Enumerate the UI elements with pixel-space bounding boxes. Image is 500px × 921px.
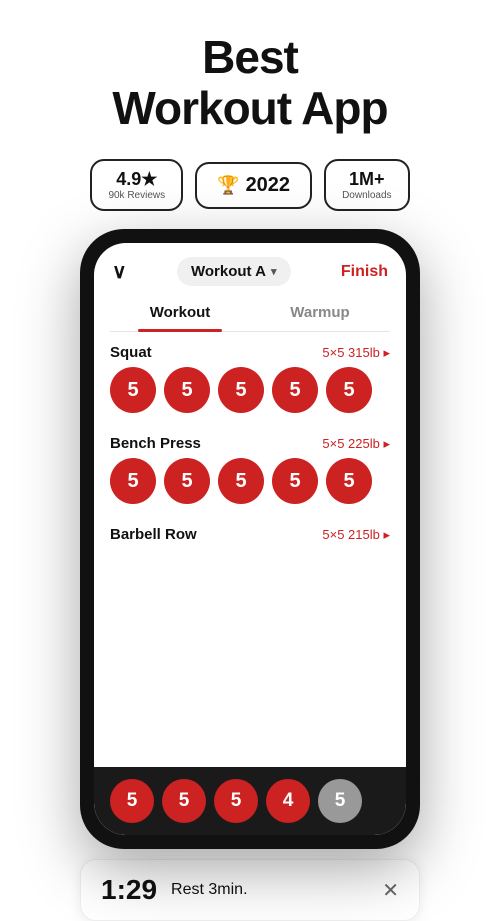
award-badge: 🏆 2022 xyxy=(195,162,312,209)
rating-badge: 4.9★ 90k Reviews xyxy=(90,159,183,211)
set-circle[interactable]: 5 xyxy=(272,367,318,413)
exercise-name-barbell: Barbell Row xyxy=(110,526,197,543)
set-circle[interactable]: 5 xyxy=(272,458,318,504)
rest-timer: 1:29 Rest 3min. ✕ xyxy=(80,859,420,921)
phone-mockup: ∨ Workout A ▾ Finish Workout Warmup xyxy=(80,229,420,849)
timer-countdown: 1:29 xyxy=(101,874,157,906)
header: Best Workout App xyxy=(0,0,500,149)
set-circle[interactable]: 5 xyxy=(326,458,372,504)
page-title: Best Workout App xyxy=(20,32,480,133)
app-tabs: Workout Warmup xyxy=(110,294,390,332)
close-icon[interactable]: ✕ xyxy=(382,878,399,903)
rating-value: 4.9★ xyxy=(116,169,157,190)
set-circle[interactable]: 5 xyxy=(218,367,264,413)
downloads-badge: 1M+ Downloads xyxy=(324,159,409,211)
chevron-down-icon[interactable]: ∨ xyxy=(112,259,127,284)
set-circle[interactable]: 5 xyxy=(326,367,372,413)
exercise-row-bench: Bench Press 5×5 225lb ▸ xyxy=(110,423,390,458)
exercise-list: Squat 5×5 315lb ▸ 5 5 5 5 5 Bench Press … xyxy=(94,332,406,767)
finish-button[interactable]: Finish xyxy=(341,263,388,281)
set-circle[interactable]: 5 xyxy=(164,367,210,413)
sets-row-bench: 5 5 5 5 5 xyxy=(110,458,390,514)
downloads-sub: Downloads xyxy=(342,190,391,201)
workout-name: Workout A xyxy=(191,263,266,280)
trophy-icon: 🏆 xyxy=(217,175,239,196)
bottom-set-circle[interactable]: 5 xyxy=(214,779,258,823)
phone-outer: ∨ Workout A ▾ Finish Workout Warmup xyxy=(80,229,420,849)
set-circle[interactable]: 5 xyxy=(164,458,210,504)
bottom-set-circle[interactable]: 4 xyxy=(266,779,310,823)
exercise-name-squat: Squat xyxy=(110,344,152,361)
tab-warmup[interactable]: Warmup xyxy=(250,294,390,331)
timer-label: Rest 3min. xyxy=(171,881,368,899)
tab-workout[interactable]: Workout xyxy=(110,294,250,331)
bottom-set-circle[interactable]: 5 xyxy=(110,779,154,823)
set-circle[interactable]: 5 xyxy=(110,458,156,504)
exercise-name-bench: Bench Press xyxy=(110,435,201,452)
set-circle[interactable]: 5 xyxy=(110,367,156,413)
exercise-info-squat[interactable]: 5×5 315lb ▸ xyxy=(322,345,390,361)
workout-selector[interactable]: Workout A ▾ xyxy=(177,257,291,286)
dropdown-arrow-icon: ▾ xyxy=(271,265,277,278)
bottom-sets-bar: 5 5 5 4 5 xyxy=(94,767,406,835)
exercise-row-squat: Squat 5×5 315lb ▸ xyxy=(110,332,390,367)
exercise-row-barbell: Barbell Row 5×5 215lb ▸ xyxy=(110,514,390,549)
award-year: 2022 xyxy=(246,174,291,197)
app-topbar: ∨ Workout A ▾ Finish xyxy=(94,243,406,294)
bottom-set-circle-inactive[interactable]: 5 xyxy=(318,779,362,823)
exercise-info-bench[interactable]: 5×5 225lb ▸ xyxy=(322,436,390,452)
phone-screen: ∨ Workout A ▾ Finish Workout Warmup xyxy=(94,243,406,835)
sets-row-squat: 5 5 5 5 5 xyxy=(110,367,390,423)
rating-sub: 90k Reviews xyxy=(108,190,165,201)
bottom-set-circle[interactable]: 5 xyxy=(162,779,206,823)
downloads-value: 1M+ xyxy=(349,169,385,190)
exercise-info-barbell[interactable]: 5×5 215lb ▸ xyxy=(322,527,390,543)
set-circle[interactable]: 5 xyxy=(218,458,264,504)
badges-row: 4.9★ 90k Reviews 🏆 2022 1M+ Downloads xyxy=(90,159,409,211)
